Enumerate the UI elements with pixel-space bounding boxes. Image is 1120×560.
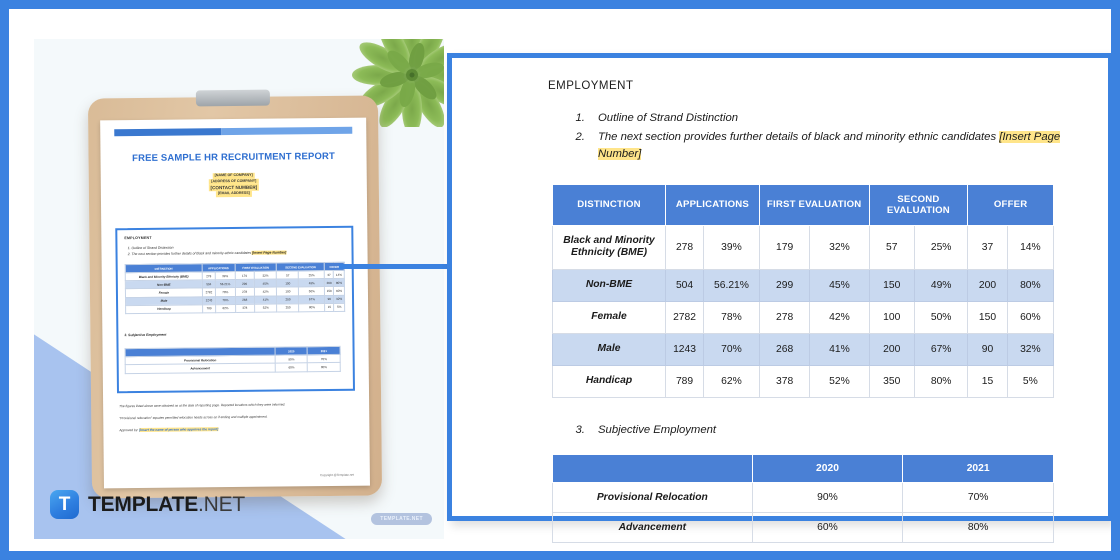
table-row: Non-BME 504 56.21% 299 45% 150 49% 200 8… bbox=[552, 269, 1055, 303]
col-2020: 2020 bbox=[751, 453, 904, 483]
row-label: Advancement bbox=[552, 511, 753, 543]
col-offer: OFFER bbox=[967, 183, 1054, 226]
table-row: Handicap 789 62% 378 52% 350 80% 15 5% bbox=[552, 364, 1055, 398]
document-copyright: Copyright @Template.net bbox=[319, 472, 354, 478]
col-first-evaluation: FIRST EVALUATION bbox=[758, 183, 870, 226]
table-row: Advancement 60% 80% bbox=[125, 362, 341, 374]
col-distinction: DISTINCTION bbox=[552, 183, 666, 226]
document-header-bar bbox=[114, 126, 353, 137]
col-2021: 2021 bbox=[902, 453, 1054, 483]
header-bar-dark bbox=[114, 128, 222, 137]
left-preview-panel: FREE SAMPLE HR RECRUITMENT REPORT [NAME … bbox=[34, 39, 444, 539]
table-row: Female 2782 78% 278 42% 100 50% 150 60% bbox=[552, 301, 1055, 334]
col-applications: APPLICATIONS bbox=[665, 183, 760, 226]
template-net-logo: T TEMPLATE.NET bbox=[50, 490, 245, 519]
header-bar-light bbox=[221, 126, 353, 136]
table-row: Provisional Relocation 90% 70% bbox=[552, 481, 1054, 513]
right-zoom-panel: EMPLOYMENT Outline of Strand Distinction… bbox=[447, 53, 1111, 543]
row-label: Black and Minority Ethnicity (BME) bbox=[552, 224, 666, 271]
clipboard-clip bbox=[195, 89, 270, 107]
subjective-employment-list: Subjective Employment bbox=[588, 424, 1084, 436]
page-canvas: FREE SAMPLE HR RECRUITMENT REPORT [NAME … bbox=[9, 9, 1111, 551]
callout-connector-line bbox=[339, 264, 455, 269]
document-section-title: EMPLOYMENT bbox=[124, 235, 152, 241]
table-header-row: DISTINCTION APPLICATIONS FIRST EVALUATIO… bbox=[552, 183, 1054, 226]
list-item: Outline of Strand Distinction bbox=[588, 110, 1084, 128]
table-header-row: 2020 2021 bbox=[552, 453, 1054, 483]
table-row: Black and Minority Ethnicity (BME) 278 3… bbox=[552, 224, 1055, 271]
page-title: EMPLOYMENT bbox=[548, 80, 634, 92]
document-preview: FREE SAMPLE HR RECRUITMENT REPORT [NAME … bbox=[100, 117, 370, 489]
document-footnotes: The figures listed above were obtained a… bbox=[119, 401, 355, 440]
employment-item-list: Outline of Strand Distinction The next s… bbox=[588, 110, 1084, 164]
document-item-list: Outline of Strand Distinction The next s… bbox=[131, 244, 344, 258]
footnote-2: "Provisional relocation" equates permitt… bbox=[119, 414, 268, 421]
outer-blue-frame: FREE SAMPLE HR RECRUITMENT REPORT [NAME … bbox=[0, 0, 1120, 560]
col-blank bbox=[552, 453, 753, 483]
logo-t-icon: T bbox=[50, 490, 79, 519]
document-main-table: DISTINCTION APPLICATIONS FIRST EVALUATIO… bbox=[125, 262, 346, 314]
subjective-employment-table: 2020 2021 Provisional Relocation 90% 70%… bbox=[552, 453, 1054, 543]
placeholder-email-address: [EMAIL ADDRESS] bbox=[215, 191, 252, 198]
list-item: The next section provides further detail… bbox=[588, 129, 1084, 164]
table-row: Male 1243 70% 268 41% 200 67% 90 32% bbox=[552, 333, 1055, 366]
document-placeholder-block: [NAME OF COMPANY] [ADDRESS OF COMPANY] [… bbox=[101, 172, 367, 199]
distinction-table: DISTINCTION APPLICATIONS FIRST EVALUATIO… bbox=[552, 183, 1055, 398]
row-label: Non-BME bbox=[552, 269, 666, 303]
col-second-evaluation: SECOND EVALUATION bbox=[868, 183, 969, 226]
table-row: Handicap 789 62% 378 52% 350 80% 15 5% bbox=[125, 303, 345, 314]
footnote-1: The figures listed above were obtained a… bbox=[119, 402, 286, 409]
document-sub-table: 2020 2021 Provisional Relocation 90% 70% bbox=[125, 346, 341, 374]
row-label: Handicap bbox=[552, 364, 666, 398]
list-item: Subjective Employment bbox=[588, 424, 1084, 436]
watermark-badge: TEMPLATE.NET bbox=[371, 513, 432, 525]
document-title: FREE SAMPLE HR RECRUITMENT REPORT bbox=[132, 150, 336, 165]
document-subjective-heading: 3. Subjective Employment bbox=[124, 332, 167, 338]
logo-wordmark: TEMPLATE.NET bbox=[88, 492, 246, 516]
clipboard: FREE SAMPLE HR RECRUITMENT REPORT [NAME … bbox=[87, 89, 383, 499]
row-label: Female bbox=[552, 301, 666, 334]
signature-line: Approved by: [Insert the name of person … bbox=[119, 427, 219, 433]
list-item: The next section provides further detail… bbox=[132, 250, 345, 258]
row-label: Male bbox=[552, 333, 666, 366]
row-label: Provisional Relocation bbox=[552, 481, 753, 513]
table-row: Advancement 60% 80% bbox=[552, 511, 1054, 543]
